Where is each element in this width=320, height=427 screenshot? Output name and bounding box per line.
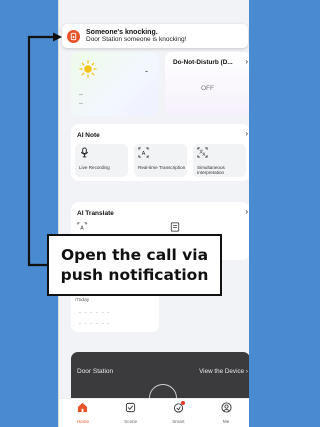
- chevron-right-icon[interactable]: ›: [245, 207, 248, 216]
- dnd-state: OFF: [201, 85, 214, 92]
- tile-label: Real-time Transcription: [138, 165, 186, 170]
- dnd-card[interactable]: Do-Not-Disturb (D... › OFF: [165, 52, 249, 116]
- chevron-right-icon: ›: [245, 57, 248, 66]
- ai-note-section: AI Note › Live Recording A Real-time Tra…: [71, 124, 249, 181]
- tab-me[interactable]: Me: [202, 399, 249, 427]
- tab-smart[interactable]: Smart: [155, 399, 203, 427]
- notification-title: Someone's knocking.: [86, 28, 158, 36]
- ai-note-title: AI Note: [77, 132, 100, 139]
- me-icon: [221, 402, 232, 413]
- tab-label: Scene: [124, 419, 138, 424]
- push-notification[interactable]: Someone's knocking. Door Station someone…: [62, 24, 248, 48]
- doorbell-icon: [67, 29, 80, 43]
- svg-text:A: A: [142, 151, 146, 157]
- callout-line-1: Open the call via: [60, 245, 209, 264]
- temperature-value: -: [145, 66, 148, 76]
- tab-bar: Home Scene Smart Me: [59, 398, 249, 427]
- svg-text:A: A: [202, 152, 205, 157]
- ai-translate-title: AI Translate: [77, 210, 114, 217]
- today-placeholder-2: - - - - - -: [79, 321, 111, 327]
- tile-realtime-transcription[interactable]: A Real-time Transcription: [134, 144, 187, 177]
- tile-label: Simultaneous Interpretation: [197, 165, 225, 176]
- translate-icon: A: [77, 222, 87, 232]
- home-icon: [78, 402, 88, 413]
- door-station-title: Door Station: [77, 368, 114, 375]
- phone-screen: Someone's knocking. Door Station someone…: [58, 0, 249, 427]
- instruction-callout: Open the call via push notification: [47, 234, 222, 296]
- weather-line-1: --: [79, 92, 83, 98]
- tile-label: Live Recording: [79, 165, 110, 170]
- tab-scene[interactable]: Scene: [107, 399, 155, 427]
- tab-home[interactable]: Home: [59, 399, 107, 427]
- today-placeholder-1: - - - - - -: [79, 310, 111, 316]
- tab-label: Smart: [172, 419, 185, 424]
- tab-label: Me: [222, 419, 230, 424]
- weather-line-2: --: [79, 101, 83, 107]
- transcription-icon: A: [138, 147, 149, 158]
- sun-icon: [79, 60, 97, 78]
- notification-body: Door Station someone is knocking!: [86, 35, 187, 43]
- callout-line-2: push notification: [60, 266, 209, 284]
- microphone-icon: [80, 147, 89, 158]
- tile-live-recording[interactable]: Live Recording: [75, 144, 128, 177]
- view-device-link[interactable]: View the Device ›: [199, 368, 248, 375]
- interpretation-icon: 文 A: [197, 147, 208, 158]
- chevron-right-icon[interactable]: ›: [245, 129, 248, 138]
- weather-card[interactable]: - -- --: [71, 52, 159, 116]
- tab-label: Home: [76, 419, 89, 424]
- view-device-label: View the Device: [199, 368, 245, 375]
- document-translate-icon: [170, 222, 180, 232]
- door-station-card[interactable]: Door Station View the Device ›: [71, 352, 249, 400]
- notification-dot: [180, 401, 185, 405]
- scene-icon: [126, 402, 136, 413]
- tile-simultaneous-interpretation[interactable]: 文 A Simultaneous Interpretation: [193, 144, 246, 177]
- svg-text:A: A: [80, 226, 84, 232]
- dnd-title: Do-Not-Disturb (D...: [173, 59, 233, 66]
- today-label: /Today: [75, 298, 90, 303]
